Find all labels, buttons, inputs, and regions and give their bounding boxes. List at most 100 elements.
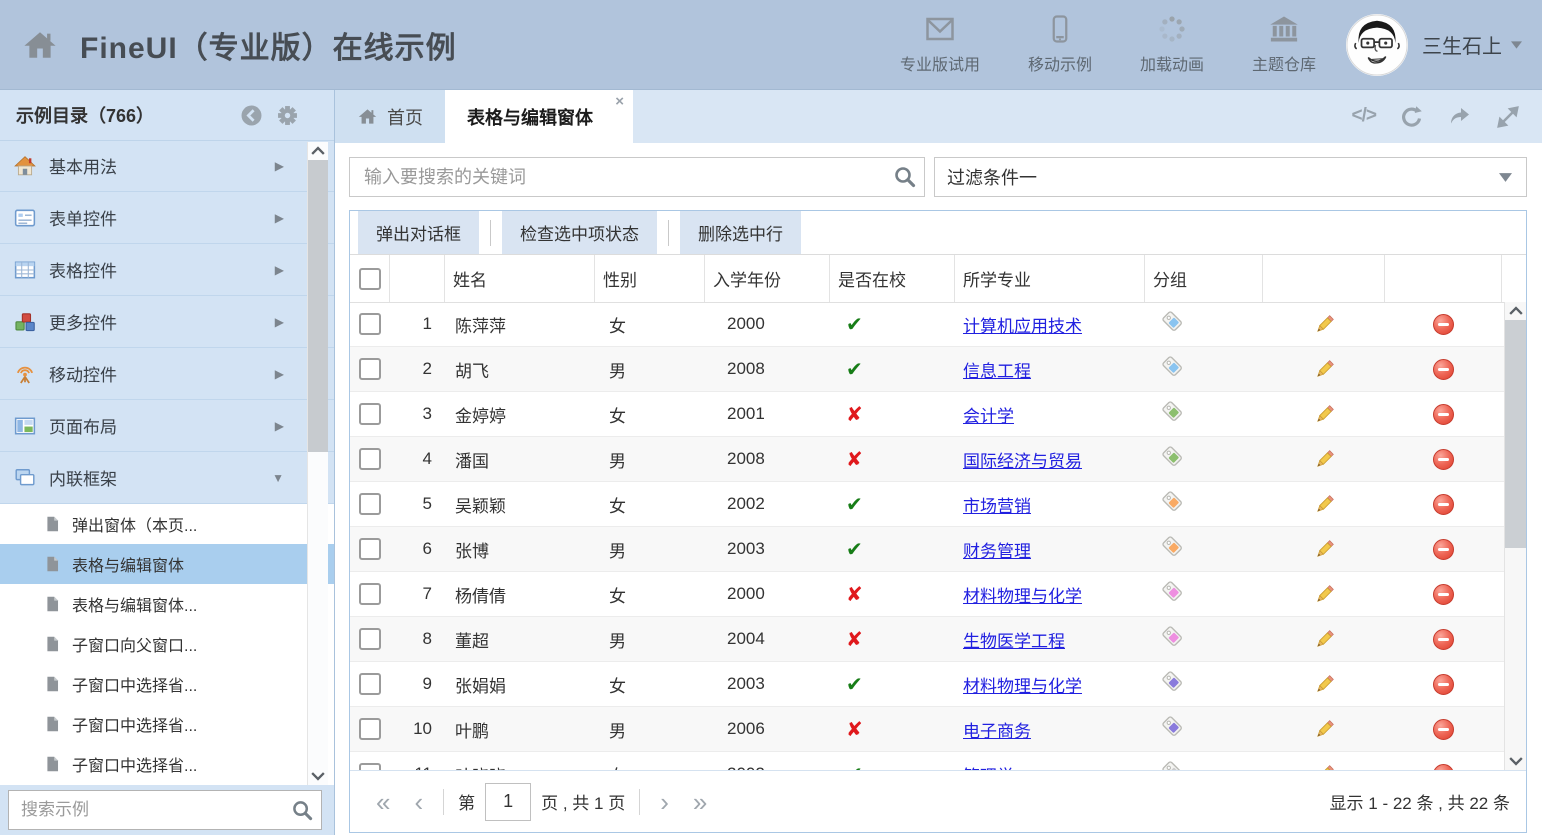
tag-icon[interactable]	[1161, 715, 1184, 738]
collapse-sidebar-icon[interactable]	[241, 105, 262, 126]
share-icon[interactable]	[1448, 105, 1472, 129]
refresh-icon[interactable]	[1400, 105, 1424, 129]
last-page-button[interactable]: »	[681, 789, 719, 815]
column-header[interactable]: 所学专业	[955, 255, 1145, 302]
delete-icon[interactable]	[1433, 629, 1454, 650]
major-link[interactable]: 生物医学工程	[963, 632, 1065, 651]
delete-icon[interactable]	[1433, 449, 1454, 470]
delete-icon[interactable]	[1433, 584, 1454, 605]
tag-icon[interactable]	[1161, 355, 1184, 378]
sidebar-group[interactable]: 更多控件▶	[0, 296, 334, 348]
delete-icon[interactable]	[1433, 404, 1454, 425]
scroll-down-icon[interactable]	[1509, 752, 1523, 770]
row-checkbox[interactable]	[359, 673, 381, 695]
sidebar-sub-item[interactable]: 子窗口向父窗口...	[0, 624, 334, 664]
sidebar-sub-item[interactable]: 子窗口中选择省...	[0, 744, 334, 784]
delete-icon[interactable]	[1433, 539, 1454, 560]
tag-icon[interactable]	[1161, 670, 1184, 693]
major-link[interactable]: 财务管理	[963, 542, 1031, 561]
scroll-up-icon[interactable]	[1509, 302, 1523, 320]
row-checkbox[interactable]	[359, 583, 381, 605]
tag-icon[interactable]	[1161, 625, 1184, 648]
delete-icon[interactable]	[1433, 719, 1454, 740]
row-checkbox[interactable]	[359, 493, 381, 515]
delete-icon[interactable]	[1433, 359, 1454, 380]
header-action[interactable]: 移动示例	[1028, 14, 1092, 75]
major-link[interactable]: 市场营销	[963, 497, 1031, 516]
major-link[interactable]: 材料物理与化学	[963, 677, 1082, 696]
first-page-button[interactable]: «	[364, 789, 402, 815]
edit-icon[interactable]	[1313, 673, 1336, 696]
code-icon[interactable]: </>	[1352, 105, 1376, 129]
column-header[interactable]: 入学年份	[705, 255, 830, 302]
edit-icon[interactable]	[1313, 493, 1336, 516]
sidebar-sub-item[interactable]: 弹出窗体（本页...	[0, 504, 334, 544]
select-all-checkbox[interactable]	[359, 268, 381, 290]
expand-icon[interactable]	[1496, 105, 1520, 129]
edit-icon[interactable]	[1313, 403, 1336, 426]
row-checkbox[interactable]	[359, 763, 381, 770]
filter-dropdown[interactable]: 过滤条件一	[934, 157, 1527, 197]
edit-icon[interactable]	[1313, 583, 1336, 606]
page-number-input[interactable]	[485, 783, 531, 821]
sidebar-sub-item[interactable]: 子窗口中选择省...	[0, 664, 334, 704]
edit-icon[interactable]	[1313, 313, 1336, 336]
sidebar-scrollbar[interactable]	[307, 142, 328, 785]
gear-icon[interactable]	[277, 105, 298, 126]
grid-button[interactable]: 删除选中行	[680, 211, 801, 254]
sidebar-group[interactable]: 基本用法▶	[0, 140, 334, 192]
sidebar-group[interactable]: 内联框架▼	[0, 452, 334, 504]
column-header[interactable]: 姓名	[445, 255, 595, 302]
header-action[interactable]: 加载动画	[1140, 14, 1204, 75]
sidebar-group[interactable]: 表格控件▶	[0, 244, 334, 296]
search-icon[interactable]	[292, 800, 313, 821]
row-checkbox[interactable]	[359, 628, 381, 650]
major-link[interactable]: 计算机应用技术	[963, 317, 1082, 336]
delete-icon[interactable]	[1433, 314, 1454, 335]
header-action[interactable]: 主题仓库	[1252, 14, 1316, 75]
tab-home[interactable]: 首页	[335, 90, 445, 143]
avatar[interactable]	[1346, 14, 1408, 76]
edit-icon[interactable]	[1313, 448, 1336, 471]
row-checkbox[interactable]	[359, 538, 381, 560]
scroll-up-icon[interactable]	[311, 142, 325, 160]
major-link[interactable]: 电子商务	[963, 722, 1031, 741]
tag-icon[interactable]	[1161, 445, 1184, 468]
row-checkbox[interactable]	[359, 313, 381, 335]
major-link[interactable]: 材料物理与化学	[963, 587, 1082, 606]
column-header[interactable]: 性别	[595, 255, 705, 302]
edit-icon[interactable]	[1313, 538, 1336, 561]
grid-button[interactable]: 检查选中项状态	[502, 211, 657, 254]
delete-icon[interactable]	[1433, 674, 1454, 695]
sidebar-sub-item[interactable]: 表格与编辑窗体...	[0, 584, 334, 624]
grid-button[interactable]: 弹出对话框	[358, 211, 479, 254]
sidebar-group[interactable]: 表单控件▶	[0, 192, 334, 244]
tag-icon[interactable]	[1161, 760, 1184, 770]
major-link[interactable]: 会计学	[963, 407, 1014, 426]
sidebar-group[interactable]: 页面布局▶	[0, 400, 334, 452]
sidebar-sub-item[interactable]: 表格与编辑窗体	[0, 544, 334, 584]
header-action[interactable]: 专业版试用	[900, 14, 980, 75]
home-icon[interactable]	[22, 28, 58, 62]
scroll-down-icon[interactable]	[311, 767, 325, 785]
tag-icon[interactable]	[1161, 310, 1184, 333]
tag-icon[interactable]	[1161, 400, 1184, 423]
next-page-button[interactable]: ›	[648, 789, 681, 815]
scrollbar-thumb[interactable]	[308, 160, 328, 452]
edit-icon[interactable]	[1313, 358, 1336, 381]
column-header[interactable]: 是否在校	[830, 255, 955, 302]
prev-page-button[interactable]: ‹	[402, 789, 435, 815]
row-checkbox[interactable]	[359, 448, 381, 470]
sidebar-search-input[interactable]	[19, 799, 292, 821]
tab-grid-edit-window[interactable]: 表格与编辑窗体 ×	[445, 90, 633, 143]
row-checkbox[interactable]	[359, 358, 381, 380]
edit-icon[interactable]	[1313, 628, 1336, 651]
sidebar-sub-item[interactable]: 子窗口中选择省...	[0, 704, 334, 744]
major-link[interactable]: 国际经济与贸易	[963, 452, 1082, 471]
tag-icon[interactable]	[1161, 535, 1184, 558]
edit-icon[interactable]	[1313, 718, 1336, 741]
search-icon[interactable]	[894, 166, 916, 188]
major-link[interactable]: 信息工程	[963, 362, 1031, 381]
sidebar-group[interactable]: 移动控件▶	[0, 348, 334, 400]
tag-icon[interactable]	[1161, 580, 1184, 603]
